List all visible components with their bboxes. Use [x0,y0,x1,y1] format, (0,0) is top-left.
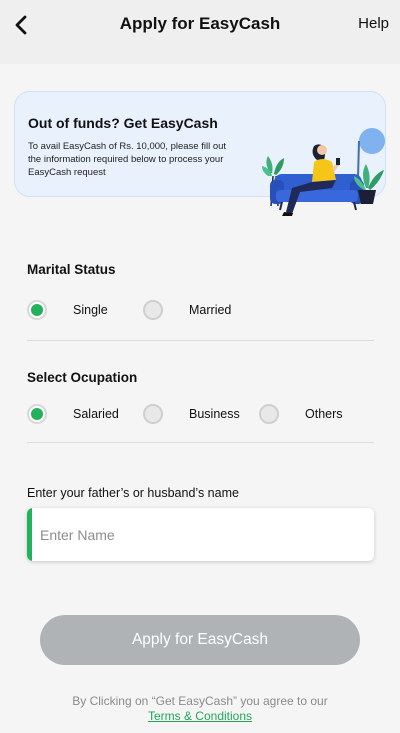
name-field-label: Enter your father’s or husband’s name [27,486,239,500]
radio-circle-unselected[interactable] [259,404,279,424]
terms-text: By Clicking on “Get EasyCash” you agree … [72,694,328,708]
woman-on-sofa-illustration [262,128,385,216]
radio-circle-unselected[interactable] [143,404,163,424]
radio-salaried[interactable]: Salaried [27,404,119,424]
divider [27,442,374,443]
app-header: Apply for EasyCash Help [0,0,400,64]
banner-title: Out of funds? Get EasyCash [28,115,218,131]
radio-married-label: Married [189,303,232,317]
terms-conditions-link[interactable]: Terms & Conditions [148,709,252,723]
radio-single-label: Single [73,303,108,317]
occupation-label: Select Ocupation [27,370,138,385]
radio-others-label: Others [305,407,343,421]
radio-circle-selected[interactable] [27,404,47,424]
page-title: Apply for EasyCash [119,14,281,33]
name-input[interactable] [40,508,360,561]
terms-link-row: Terms & Conditions [0,709,400,723]
name-field-container[interactable] [27,508,374,561]
radio-salaried-label: Salaried [73,407,119,421]
banner-description: To avail EasyCash of Rs. 10,000, please … [28,141,227,178]
radio-single[interactable]: Single [27,300,108,320]
radio-circle-unselected[interactable] [143,300,163,320]
radio-circle-selected[interactable] [27,300,47,320]
radio-others[interactable]: Others [259,404,343,424]
radio-business[interactable]: Business [143,404,240,424]
marital-status-label: Marital Status [27,262,116,277]
field-accent-bar [27,508,32,561]
radio-business-label: Business [189,407,240,421]
apply-button[interactable]: Apply for EasyCash [40,615,360,665]
divider [27,340,374,341]
radio-married[interactable]: Married [143,300,231,320]
help-link[interactable]: Help [358,15,389,32]
